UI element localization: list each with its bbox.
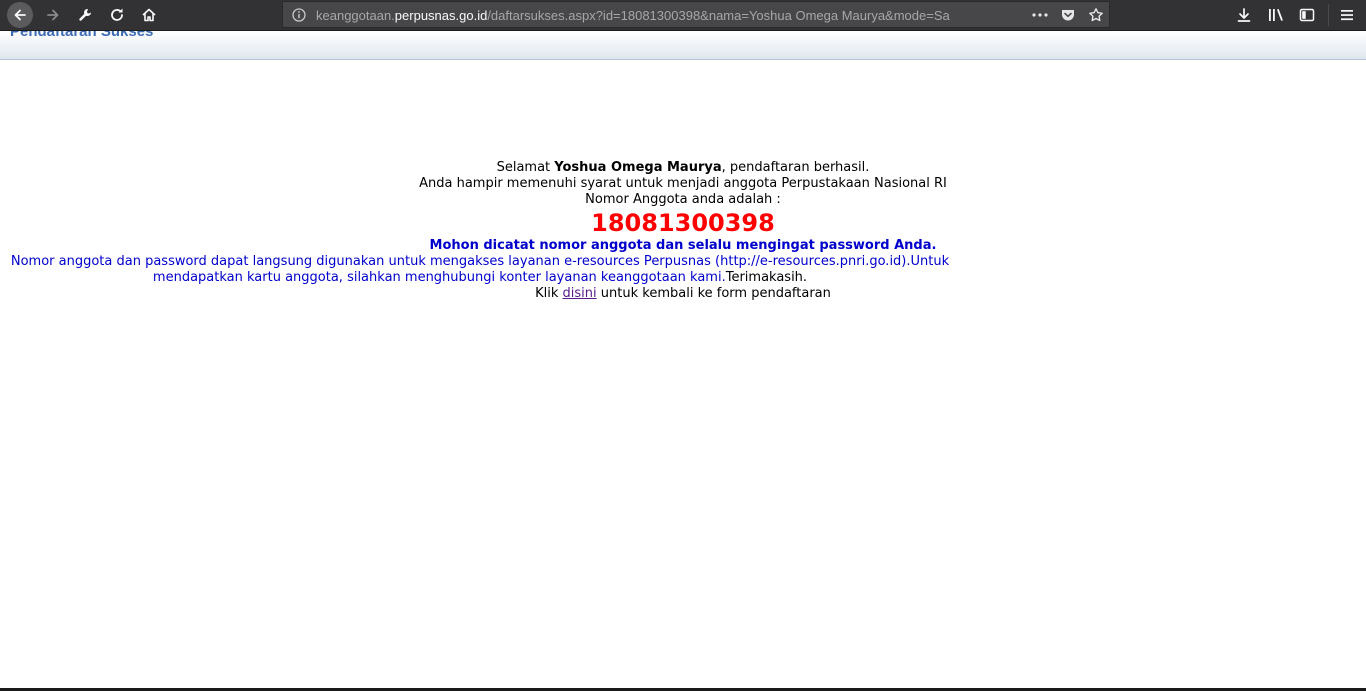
info-icon[interactable] [291, 7, 307, 23]
library-icon [1267, 7, 1285, 23]
back-link[interactable]: disini [563, 286, 597, 301]
browser-toolbar: keanggotaan.perpusnas.go.id/daftarsukses… [0, 0, 1366, 31]
greeting-suffix: , pendaftaran berhasil. [721, 160, 870, 175]
hamburger-menu-icon [1339, 8, 1355, 22]
registration-success-message: Selamat Yoshua Omega Maurya, pendaftaran… [0, 160, 1366, 302]
more-dots-icon[interactable] [1027, 2, 1053, 27]
url-bar[interactable]: keanggotaan.perpusnas.go.id/daftarsukses… [282, 1, 1110, 28]
thanks-text: Terimakasih. [725, 270, 808, 285]
sidebar-button[interactable] [1292, 0, 1322, 30]
wrench-icon [77, 7, 93, 23]
home-button[interactable] [134, 0, 164, 30]
back-prefix: Klik [535, 286, 563, 301]
home-icon [141, 7, 157, 23]
back-arrow-icon [7, 2, 33, 28]
page-title: Pendaftaran Sukses [10, 31, 154, 40]
url-subdomain: keanggotaan. [316, 8, 395, 23]
download-icon [1236, 7, 1252, 23]
info-text: Nomor anggota dan password dapat langsun… [10, 254, 950, 285]
star-icon[interactable] [1083, 2, 1109, 27]
url-host: perpusnas.go.id [394, 8, 488, 23]
back-button[interactable] [5, 0, 35, 30]
library-button[interactable] [1261, 0, 1291, 30]
reload-button[interactable] [102, 0, 132, 30]
info-paragraph: Nomor anggota dan password dapat langsun… [0, 254, 960, 286]
forward-button[interactable] [38, 0, 68, 30]
member-name: Yoshua Omega Maurya [554, 160, 722, 175]
downloads-button[interactable] [1229, 0, 1259, 30]
member-number: 18081300398 [591, 209, 775, 237]
url-text[interactable]: keanggotaan.perpusnas.go.id/daftarsukses… [316, 8, 1021, 24]
toolbar-separator [1328, 4, 1329, 26]
eligibility-text: Anda hampir memenuhi syarat untuk menjad… [419, 176, 947, 191]
reload-icon [109, 7, 125, 23]
back-line: Klik disini untuk kembali ke form pendaf… [0, 286, 1366, 302]
forward-arrow-icon [45, 7, 61, 23]
page-header: Pendaftaran Sukses [0, 31, 1366, 60]
sidebar-icon [1299, 7, 1315, 23]
pocket-icon[interactable] [1055, 2, 1081, 27]
customize-button[interactable] [70, 0, 100, 30]
back-suffix: untuk kembali ke form pendaftaran [596, 286, 831, 301]
menu-button[interactable] [1332, 0, 1362, 30]
greeting-line: Selamat Yoshua Omega Maurya, pendaftaran… [0, 160, 1366, 176]
notice-text: Mohon dicatat nomor anggota dan selalu m… [429, 238, 937, 253]
member-number-label: Nomor Anggota anda adalah : [585, 192, 781, 207]
url-path: /daftarsukses.aspx?id=18081300398&nama=Y… [487, 8, 950, 23]
greeting-prefix: Selamat [496, 160, 555, 175]
